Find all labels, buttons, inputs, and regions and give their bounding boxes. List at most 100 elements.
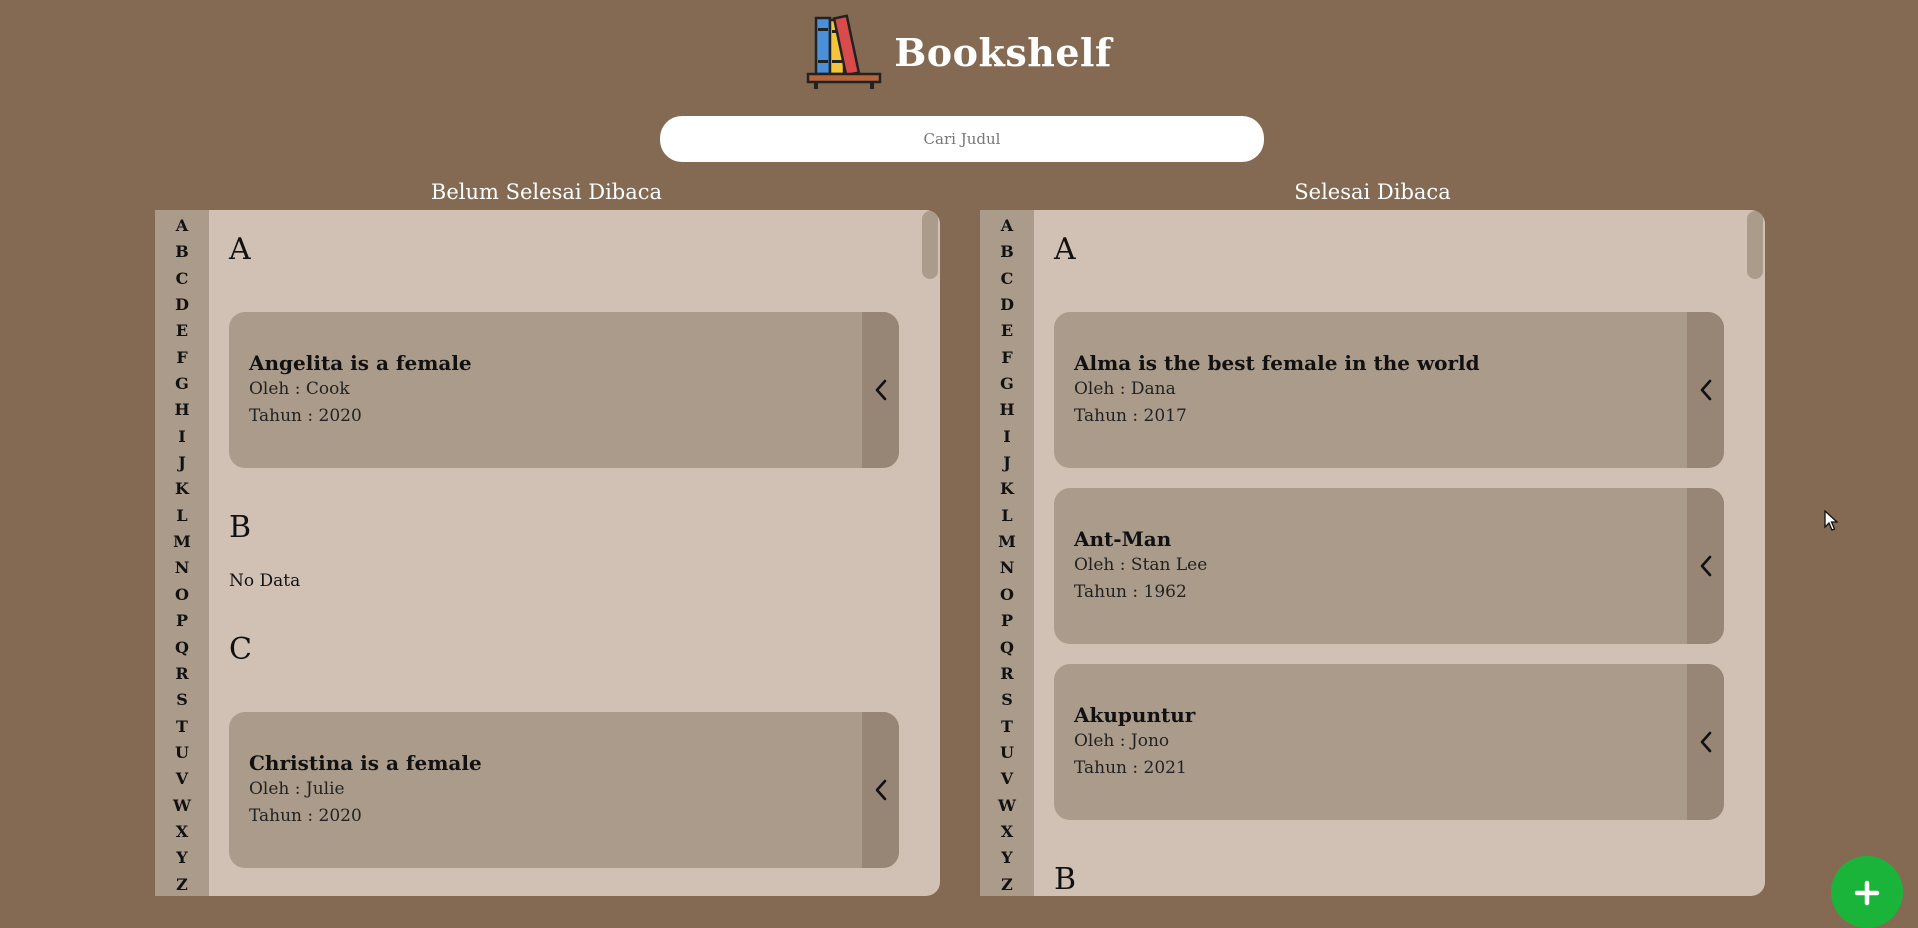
mouse-cursor-icon xyxy=(1824,510,1838,531)
alphabet-index-letter[interactable]: U xyxy=(175,740,189,766)
alphabet-index-letter[interactable]: H xyxy=(174,397,189,423)
scrollbar-thumb[interactable] xyxy=(1747,211,1763,279)
card-toggle-button[interactable] xyxy=(862,312,899,468)
alphabet-index-letter[interactable]: C xyxy=(176,266,189,292)
alphabet-index-letter[interactable]: Z xyxy=(1001,872,1013,896)
section-heading: A xyxy=(1054,232,1076,267)
chevron-left-icon xyxy=(1700,731,1711,753)
section-heading: B xyxy=(1054,862,1077,896)
book-author: Oleh : Stan Lee xyxy=(1074,555,1208,575)
alphabet-index-letter[interactable]: R xyxy=(1000,661,1013,687)
book-year: Tahun : 2020 xyxy=(249,806,362,826)
section-heading: A xyxy=(229,232,251,267)
book-year: Tahun : 2017 xyxy=(1074,406,1187,426)
book-year: Tahun : 2020 xyxy=(249,406,362,426)
book-author: Oleh : Jono xyxy=(1074,731,1170,751)
bookshelf-logo-icon xyxy=(806,14,882,89)
chevron-left-icon xyxy=(875,379,886,401)
chevron-left-icon xyxy=(1700,379,1711,401)
alphabet-index-letter[interactable]: B xyxy=(1000,239,1014,265)
alphabet-index-letter[interactable]: B xyxy=(175,239,189,265)
alphabet-index-letter[interactable]: M xyxy=(173,529,191,555)
section-heading: C xyxy=(229,632,252,667)
card-toggle-button[interactable] xyxy=(1687,312,1724,468)
alphabet-index-letter[interactable]: J xyxy=(1003,450,1011,476)
book-author: Oleh : Julie xyxy=(249,779,345,799)
alphabet-index-letter[interactable]: F xyxy=(176,345,187,371)
section-heading: B xyxy=(229,510,252,545)
book-card[interactable]: Angelita is a female Oleh : Cook Tahun :… xyxy=(229,312,899,468)
alphabet-index-letter[interactable]: X xyxy=(1001,819,1013,845)
book-title: Alma is the best female in the world xyxy=(1074,351,1480,375)
alphabet-index-letter[interactable]: N xyxy=(175,555,190,581)
alphabet-index-letter[interactable]: D xyxy=(1000,292,1014,318)
alphabet-index-letter[interactable]: D xyxy=(175,292,189,318)
alphabet-index-letter[interactable]: Q xyxy=(1000,635,1014,661)
alphabet-index-letter[interactable]: P xyxy=(176,608,188,634)
alphabet-index-letter[interactable]: S xyxy=(1001,687,1013,713)
alphabet-index-letter[interactable]: N xyxy=(1000,555,1015,581)
alphabet-index-letter[interactable]: P xyxy=(1001,608,1013,634)
book-card[interactable]: Ant-Man Oleh : Stan Lee Tahun : 1962 xyxy=(1054,488,1724,644)
alphabet-index-letter[interactable]: R xyxy=(175,661,188,687)
book-title: Angelita is a female xyxy=(249,351,472,375)
card-toggle-button[interactable] xyxy=(862,712,899,868)
alphabet-index-letter[interactable]: T xyxy=(176,714,188,740)
app-title: Bookshelf xyxy=(894,29,1112,75)
card-toggle-button[interactable] xyxy=(1687,488,1724,644)
alphabet-index-letter[interactable]: K xyxy=(1000,476,1014,502)
alphabet-index-letter[interactable]: M xyxy=(998,529,1016,555)
alphabet-index-letter[interactable]: X xyxy=(176,819,188,845)
alphabet-index-letter[interactable]: E xyxy=(176,318,188,344)
alphabet-index-letter[interactable]: F xyxy=(1001,345,1012,371)
alphabet-index-letter[interactable]: W xyxy=(998,793,1016,819)
alphabet-index-letter[interactable]: O xyxy=(175,582,189,608)
book-author: Oleh : Dana xyxy=(1074,379,1176,399)
alphabet-index-letter[interactable]: L xyxy=(1001,503,1012,529)
finished-books-panel[interactable]: ABCDEFGHIJKLMNOPQRSTUVWXYZ A Alma is the… xyxy=(980,210,1765,896)
finished-column-title: Selesai Dibaca xyxy=(1294,180,1451,204)
book-card[interactable]: Alma is the best female in the world Ole… xyxy=(1054,312,1724,468)
empty-state: No Data xyxy=(229,571,301,591)
alphabet-index-letter[interactable]: W xyxy=(173,793,191,819)
alphabet-index-letter[interactable]: E xyxy=(1001,318,1013,344)
book-list: A Alma is the best female in the world O… xyxy=(1054,210,1724,896)
alphabet-index-letter[interactable]: Y xyxy=(1001,845,1012,871)
card-toggle-button[interactable] xyxy=(1687,664,1724,820)
alphabet-index-letter[interactable]: G xyxy=(1000,371,1014,397)
alphabet-index-letter[interactable]: A xyxy=(176,213,188,239)
unfinished-column-title: Belum Selesai Dibaca xyxy=(430,180,663,204)
alphabet-index-letter[interactable]: H xyxy=(999,397,1014,423)
alphabet-index-letter[interactable]: G xyxy=(175,371,189,397)
alphabet-index-letter[interactable]: S xyxy=(176,687,188,713)
book-card[interactable]: Akupuntur Oleh : Jono Tahun : 2021 xyxy=(1054,664,1724,820)
alphabet-index-letter[interactable]: U xyxy=(1000,740,1014,766)
alphabet-index-letter[interactable]: V xyxy=(1001,766,1013,792)
book-list: A Angelita is a female Oleh : Cook Tahun… xyxy=(229,210,899,896)
alphabet-index-letter[interactable]: Q xyxy=(175,635,189,661)
book-title: Akupuntur xyxy=(1074,703,1196,727)
alphabet-index-letter[interactable]: I xyxy=(178,424,185,450)
chevron-left-icon xyxy=(1700,555,1711,577)
book-card[interactable]: Christina is a female Oleh : Julie Tahun… xyxy=(229,712,899,868)
book-year: Tahun : 2021 xyxy=(1074,758,1187,778)
alphabet-index-letter[interactable]: O xyxy=(1000,582,1014,608)
add-book-button[interactable] xyxy=(1831,856,1903,928)
alphabet-index-letter[interactable]: C xyxy=(1001,266,1014,292)
unfinished-books-panel[interactable]: ABCDEFGHIJKLMNOPQRSTUVWXYZ A Angelita is… xyxy=(155,210,940,896)
alphabet-index-letter[interactable]: Z xyxy=(176,872,188,896)
alphabet-index-letter[interactable]: J xyxy=(178,450,186,476)
alphabet-index-letter[interactable]: L xyxy=(176,503,187,529)
alphabet-index-letter[interactable]: T xyxy=(1001,714,1013,740)
alphabet-index-letter[interactable]: V xyxy=(176,766,188,792)
scrollbar-thumb[interactable] xyxy=(922,211,938,279)
alphabet-index: ABCDEFGHIJKLMNOPQRSTUVWXYZ xyxy=(980,210,1034,896)
alphabet-index-letter[interactable]: Y xyxy=(176,845,187,871)
alphabet-index-letter[interactable]: K xyxy=(175,476,189,502)
chevron-left-icon xyxy=(875,779,886,801)
search-input[interactable] xyxy=(660,116,1264,162)
book-title: Christina is a female xyxy=(249,751,482,775)
app-header: Bookshelf xyxy=(0,12,1918,92)
alphabet-index-letter[interactable]: I xyxy=(1003,424,1010,450)
alphabet-index-letter[interactable]: A xyxy=(1001,213,1013,239)
